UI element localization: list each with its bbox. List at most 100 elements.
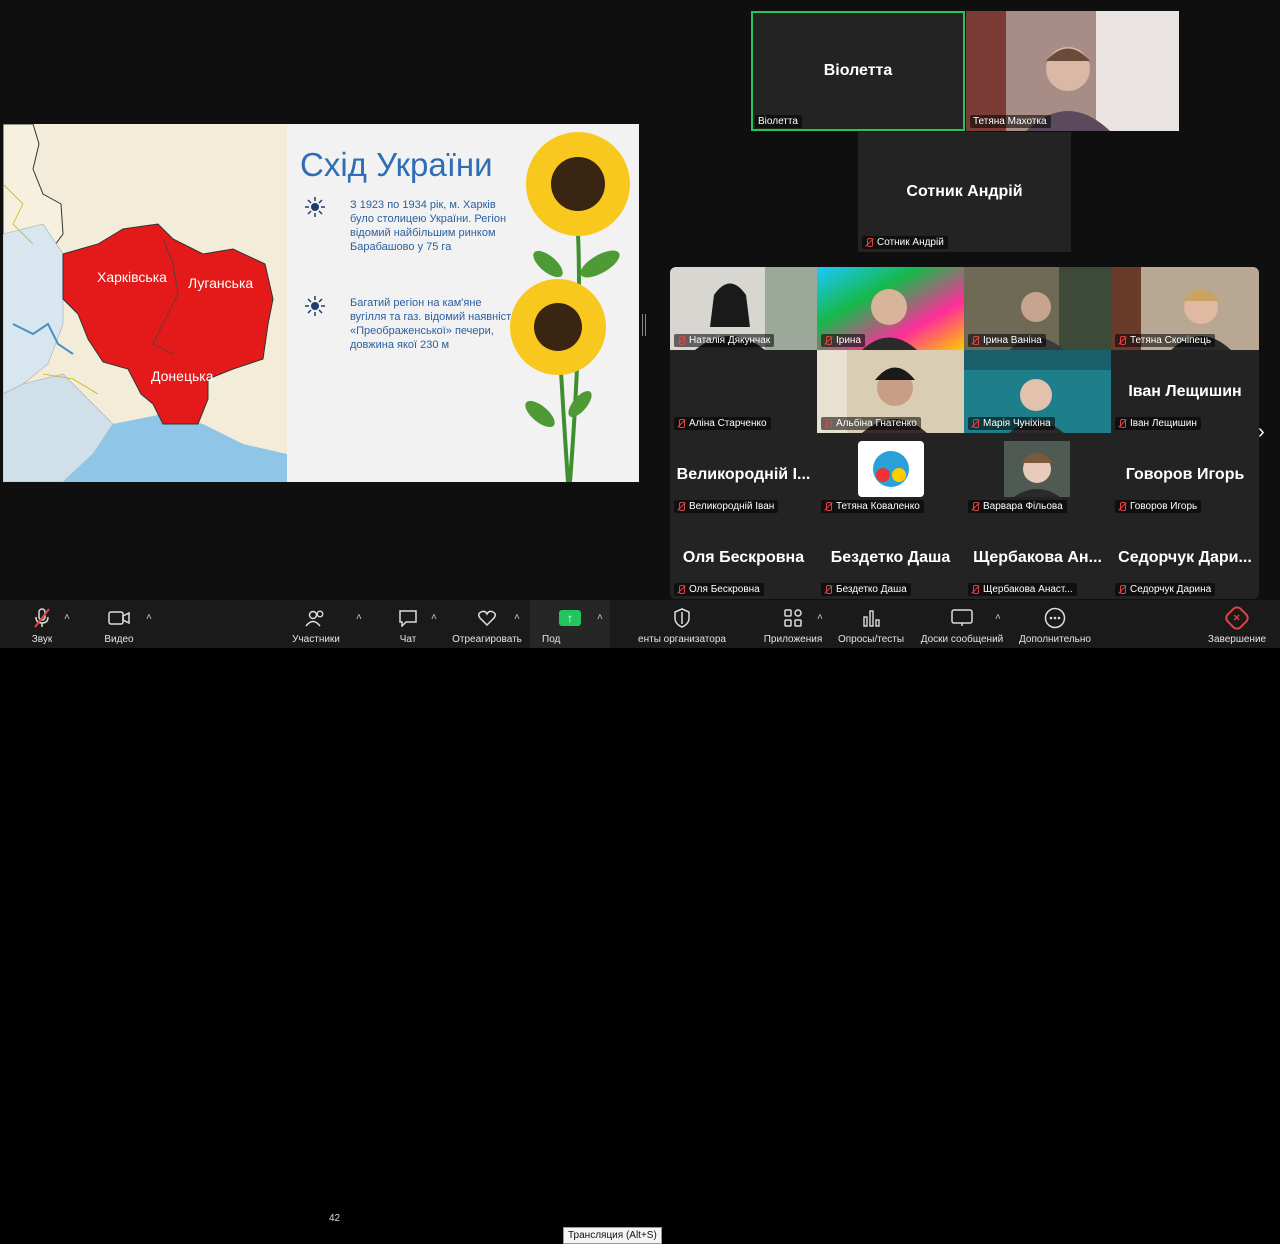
mic-muted-icon — [971, 502, 980, 511]
more-button[interactable]: Дополнительно — [1016, 600, 1094, 648]
participant-big-name: Седорчук Дари... — [1118, 548, 1252, 566]
gallery-tile[interactable]: Ірина Ваніна — [964, 267, 1111, 350]
gallery-tile[interactable]: Бездетко Даша Бездетко Даша — [817, 516, 964, 599]
participant-caption: Тетяна Коваленко — [821, 500, 924, 513]
chat-button[interactable]: Чат — [394, 600, 422, 648]
video-options-chevron-up-icon[interactable]: ˄ — [146, 612, 152, 623]
mic-muted-icon — [971, 419, 980, 428]
apps-button[interactable]: Приложения — [760, 600, 826, 648]
participant-caption: Аліна Старченко — [674, 417, 771, 430]
participant-big-name: Сотник Андрій — [906, 183, 1023, 200]
bar-chart-icon — [857, 606, 885, 630]
react-options-chevron-up-icon[interactable]: ˄ — [514, 612, 520, 623]
participant-caption: Великородній Іван — [674, 500, 779, 513]
split-view-handle[interactable] — [642, 314, 646, 336]
gallery-tile[interactable]: Ірина — [817, 267, 964, 350]
sun-bullet-icon — [305, 197, 325, 217]
participant-caption: Тетяна Махотка — [970, 115, 1051, 128]
gallery-tile[interactable]: Альбіна Гнатенко — [817, 350, 964, 433]
region-label-kharkiv: Харківська — [97, 269, 167, 285]
video-tile-violetta[interactable]: Віолетта Віолетта — [751, 11, 965, 131]
gallery-tile[interactable]: Марія Чуніхіна — [964, 350, 1111, 433]
chat-options-chevron-up-icon[interactable]: ˄ — [431, 612, 437, 623]
share-screen-button[interactable]: ↑ Под — [530, 600, 610, 648]
chat-icon — [394, 606, 422, 630]
mic-muted-icon — [28, 606, 56, 630]
mic-muted-icon — [1118, 419, 1127, 428]
apps-icon — [779, 606, 807, 630]
participants-options-chevron-up-icon[interactable]: ˄ — [356, 612, 362, 623]
share-options-chevron-up-icon[interactable]: ˄ — [597, 612, 603, 623]
heart-icon — [473, 606, 501, 630]
participant-caption: Оля Бескровна — [674, 583, 764, 596]
sunflower-illustration — [510, 132, 630, 482]
participants-button[interactable]: Участники — [288, 600, 344, 648]
participant-caption: Говоров Игорь — [1115, 500, 1202, 513]
participant-caption: Седорчук Дарина — [1115, 583, 1216, 596]
gallery-tile[interactable]: Говоров Игорь Говоров Игорь — [1111, 433, 1259, 516]
polls-button[interactable]: Опросы/тесты — [835, 600, 907, 648]
gallery-next-page-chevron-right-icon[interactable]: › — [1258, 421, 1265, 444]
participant-big-name: Говоров Игорь — [1125, 465, 1245, 483]
gallery-tile[interactable]: Оля Бескровна Оля Бескровна — [670, 516, 817, 599]
participant-caption: Альбіна Гнатенко — [821, 417, 921, 430]
shield-icon — [668, 606, 696, 630]
region-label-donetsk: Донецька — [151, 368, 214, 384]
participant-big-name: Бездетко Даша — [830, 548, 951, 566]
gallery-tile[interactable]: Варвара Фільова — [964, 433, 1111, 516]
share-screen-icon: ↑ — [556, 606, 584, 630]
gallery-tile[interactable]: Седорчук Дари... Седорчук Дарина — [1111, 516, 1259, 599]
participant-big-name: Великородній І... — [676, 465, 811, 483]
gallery-tile[interactable]: Великородній І... Великородній Іван — [670, 433, 817, 516]
gallery-tile[interactable]: Щербакова Ан... Щербакова Анаст... — [964, 516, 1111, 599]
mic-muted-icon — [971, 336, 980, 345]
mic-muted-icon — [1118, 585, 1127, 594]
gallery-tile[interactable]: Тетяна Коваленко — [817, 433, 964, 516]
host-tools-button[interactable]: енты организатора — [612, 600, 752, 648]
end-meeting-icon: × — [1222, 603, 1252, 633]
participants-icon — [302, 606, 330, 630]
mic-muted-icon — [677, 585, 686, 594]
mic-muted-icon — [824, 336, 833, 345]
participant-big-name: Оля Бескровна — [682, 548, 805, 566]
end-meeting-button[interactable]: × Завершение — [1205, 600, 1269, 648]
apps-options-chevron-up-icon[interactable]: ˄ — [817, 612, 823, 623]
mic-muted-icon — [824, 502, 833, 511]
participants-count: 42 — [329, 1213, 341, 1224]
video-tile-tetiana-makhotka[interactable]: Тетяна Махотка — [966, 11, 1179, 131]
meeting-stage: Харківська Луганська Донецька Схід Украї… — [0, 0, 1280, 600]
gallery-tile[interactable]: Наталія Дякунчак — [670, 267, 817, 350]
participant-caption: Марія Чуніхіна — [968, 417, 1055, 430]
participant-caption: Іван Лещишин — [1115, 417, 1201, 430]
whiteboards-button[interactable]: Доски сообщений — [916, 600, 1008, 648]
participant-caption: Наталія Дякунчак — [674, 334, 775, 347]
whiteboards-options-chevron-up-icon[interactable]: ˄ — [995, 612, 1001, 623]
share-tooltip: Трансляция (Alt+S) — [563, 1227, 662, 1244]
slide-bullet-2: Багатий регіон на кам'яне вугілля та газ… — [350, 297, 520, 351]
participant-big-name: Іван Лещишин — [1128, 382, 1242, 400]
slide-title: Схід України — [300, 146, 493, 183]
react-button[interactable]: Отреагировать — [450, 600, 524, 648]
participant-caption: Бездетко Даша — [821, 583, 911, 596]
gallery-tile[interactable]: Аліна Старченко — [670, 350, 817, 433]
mic-muted-icon — [865, 238, 874, 247]
participant-big-name: Віолетта — [823, 62, 893, 79]
gallery-tile[interactable]: Тетяна Скочіпець — [1111, 267, 1259, 350]
mic-muted-icon — [1118, 502, 1127, 511]
participant-video-feed — [966, 11, 1179, 131]
participant-caption: Ірина Ваніна — [968, 334, 1046, 347]
camera-icon — [105, 606, 133, 630]
meeting-toolbar: Звук ˄ Видео ˄ Участники 42 ˄ Чат ˄ Отре… — [0, 600, 1280, 1244]
mic-muted-icon — [824, 585, 833, 594]
audio-button[interactable]: Звук — [22, 600, 62, 648]
participant-caption: Ірина — [821, 334, 866, 347]
gallery-tile[interactable]: Іван Лещишин Іван Лещишин — [1111, 350, 1259, 433]
audio-options-chevron-up-icon[interactable]: ˄ — [64, 612, 70, 623]
video-button[interactable]: Видео — [99, 600, 139, 648]
participant-caption: Сотник Андрій — [862, 236, 948, 249]
whiteboard-icon — [948, 606, 976, 630]
sun-bullet-icon — [305, 296, 325, 316]
video-tile-sotnyk-andrii[interactable]: Сотник Андрій Сотник Андрій — [858, 132, 1071, 252]
participant-caption: Віолетта — [755, 115, 802, 128]
mic-muted-icon — [677, 502, 686, 511]
